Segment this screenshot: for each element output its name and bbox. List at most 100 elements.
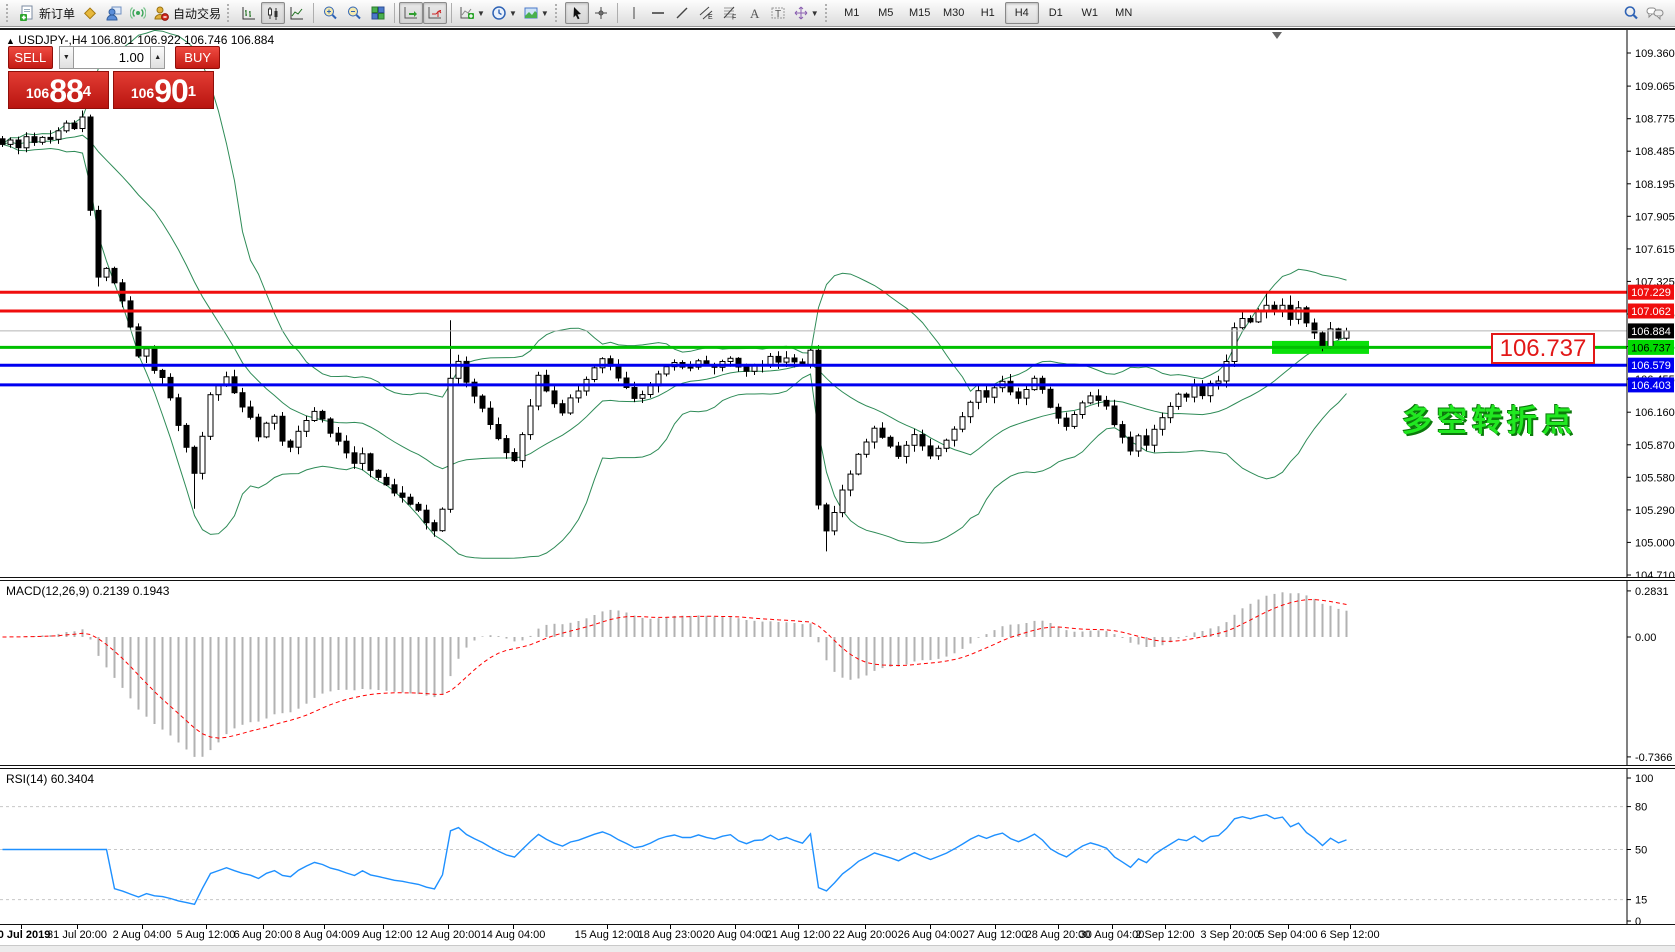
bar-chart-button[interactable] — [237, 2, 261, 24]
text-button[interactable]: A — [742, 2, 766, 24]
autotrading-button[interactable]: 自动交易 — [150, 2, 224, 24]
timeframe-M15[interactable]: M15 — [903, 2, 937, 24]
time-axis-label: 27 Aug 12:00 — [963, 929, 1028, 941]
rsi-axis-label: 0 — [1635, 916, 1641, 924]
one-click-expand-icon[interactable]: ▲ — [6, 36, 15, 46]
cursor-button[interactable] — [565, 2, 589, 24]
candle — [896, 442, 901, 459]
line-chart-button[interactable] — [285, 2, 309, 24]
candle — [1272, 301, 1277, 315]
candle — [984, 386, 989, 403]
candle — [1216, 376, 1221, 390]
periods-button[interactable]: ▼ — [488, 2, 520, 24]
volume-down-button[interactable]: ▼ — [59, 46, 74, 69]
trendline-button[interactable] — [670, 2, 694, 24]
candle — [1312, 319, 1317, 340]
timeframe-M5[interactable]: M5 — [869, 2, 903, 24]
chart-shift-button[interactable] — [423, 2, 447, 24]
toolbar-grip — [825, 4, 832, 22]
timeframe-MN[interactable]: MN — [1107, 2, 1141, 24]
candle — [304, 416, 309, 437]
templates-icon — [523, 5, 539, 21]
search-button[interactable] — [1619, 2, 1643, 24]
candle — [1128, 432, 1133, 456]
candle — [624, 372, 629, 389]
candlestick-chart-button[interactable] — [261, 2, 285, 24]
channel-icon: E — [698, 5, 714, 21]
time-axis[interactable]: 30 Jul 201931 Jul 20:002 Aug 04:005 Aug … — [0, 926, 1675, 945]
candle — [944, 439, 949, 453]
crosshair-button[interactable] — [589, 2, 613, 24]
candle — [1336, 328, 1341, 340]
sell-price-panel[interactable]: 106884 — [8, 71, 109, 109]
price-badge-label: 106.403 — [1631, 380, 1671, 392]
tile-windows-button[interactable] — [366, 2, 390, 24]
time-axis-label: 21 Aug 12:00 — [766, 929, 831, 941]
candle — [176, 394, 181, 431]
candle — [64, 120, 69, 132]
candle — [960, 412, 965, 432]
timeframe-H4[interactable]: H4 — [1005, 2, 1039, 24]
zoom-in-button[interactable] — [318, 2, 342, 24]
market-button[interactable] — [102, 2, 126, 24]
signals-button[interactable] — [126, 2, 150, 24]
fibonacci-icon: F — [722, 5, 738, 21]
candle — [256, 414, 261, 442]
buy-price-panel[interactable]: 106901 — [113, 71, 214, 109]
price-callout-box[interactable]: 106.737 — [1491, 333, 1595, 364]
new-order-button[interactable]: 新订单 — [16, 2, 78, 24]
fibonacci-button[interactable]: F — [718, 2, 742, 24]
candle — [824, 503, 829, 552]
templates-button[interactable]: ▼ — [520, 2, 552, 24]
chart-annotation-text[interactable]: 多空转折点 — [1402, 396, 1577, 440]
trendline-icon — [674, 5, 690, 21]
chat-button[interactable] — [1643, 2, 1667, 24]
dropdown-caret-icon: ▼ — [541, 9, 549, 18]
toolbar-grip — [555, 4, 562, 22]
candle — [1056, 404, 1061, 424]
price-badge-label: 107.062 — [1631, 306, 1671, 318]
svg-text:T: T — [775, 9, 781, 20]
candle — [952, 426, 957, 446]
price-axis-tick-label: 105.870 — [1635, 440, 1675, 452]
chart-shift-marker — [1272, 32, 1282, 39]
sell-button[interactable]: SELL — [8, 46, 53, 69]
timeframe-H1[interactable]: H1 — [971, 2, 1005, 24]
auto-scroll-button[interactable] — [399, 2, 423, 24]
candle — [552, 386, 557, 408]
metaeditor-button[interactable] — [78, 2, 102, 24]
rsi-panel[interactable]: RSI(14) 60.3404 1008050150 — [0, 769, 1675, 924]
timeframe-M30[interactable]: M30 — [937, 2, 971, 24]
autotrading-icon — [153, 5, 169, 21]
horizontal-line-button[interactable] — [646, 2, 670, 24]
arrows-button[interactable]: ▼ — [790, 2, 822, 24]
indicators-button[interactable]: ▼ — [456, 2, 488, 24]
zoom-out-button[interactable] — [342, 2, 366, 24]
main-chart-panel[interactable]: 109.360109.065108.775108.485108.195107.9… — [0, 30, 1675, 577]
price-axis-tick-label: 105.000 — [1635, 537, 1675, 549]
price-badge-label: 106.579 — [1631, 360, 1671, 372]
timeframe-D1[interactable]: D1 — [1039, 2, 1073, 24]
candle — [192, 446, 197, 509]
equidistant-channel-button[interactable]: E — [694, 2, 718, 24]
candle — [480, 394, 485, 412]
timeframe-W1[interactable]: W1 — [1073, 2, 1107, 24]
candle — [288, 439, 293, 452]
volume-up-button[interactable]: ▲ — [150, 46, 165, 69]
timeframe-M1[interactable]: M1 — [835, 2, 869, 24]
text-label-button[interactable]: T — [766, 2, 790, 24]
time-axis-label: 6 Aug 20:00 — [234, 929, 293, 941]
candle — [1344, 328, 1349, 340]
svg-text:E: E — [708, 14, 713, 21]
macd-panel[interactable]: MACD(12,26,9) 0.2139 0.1943 0.28310.00-0… — [0, 581, 1675, 765]
vertical-line-button[interactable] — [622, 2, 646, 24]
candle — [384, 473, 389, 486]
metaeditor-icon — [82, 5, 98, 21]
symbol-info-bar: ▲ USDJPY-,H4 106.801 106.922 106.746 106… — [6, 33, 274, 47]
terminal-window: 新订单 自动交易 ▼ ▼ ▼ E F A T ▼ — [0, 0, 1675, 951]
candle — [1080, 401, 1085, 419]
candle — [1088, 392, 1093, 404]
buy-button[interactable]: BUY — [175, 46, 220, 69]
candle — [1192, 379, 1197, 403]
volume-input[interactable] — [74, 46, 150, 69]
